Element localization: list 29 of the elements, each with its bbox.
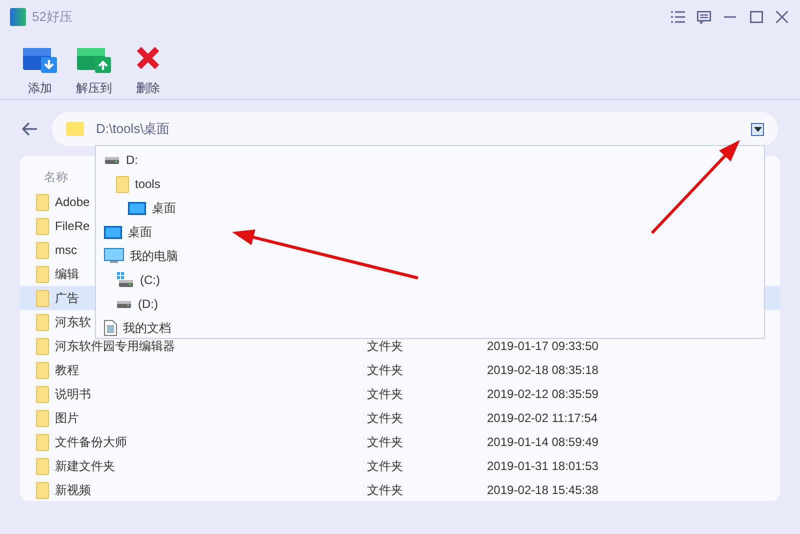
file-type: 文件夹: [367, 362, 404, 379]
file-name: 新建文件夹: [55, 458, 115, 475]
file-name: 文件备份大师: [55, 434, 127, 451]
file-type: 文件夹: [367, 386, 404, 403]
file-name: 编辑: [55, 266, 79, 283]
file-type: 文件夹: [367, 434, 404, 451]
modified-date: 2019-01-17 09:33:50: [487, 338, 598, 355]
modified-date: 2019-02-12 08:35:59: [487, 386, 598, 403]
file-name: msc: [55, 242, 77, 259]
modified-date: 2019-02-18 15:45:38: [487, 482, 598, 499]
file-name: 教程: [55, 362, 79, 379]
file-type: 文件夹: [367, 482, 404, 499]
path-text: D:\tools\桌面: [96, 120, 171, 138]
file-type: 文件夹: [367, 410, 404, 427]
file-name: 河东软件园专用编辑器: [55, 338, 175, 355]
file-name: 广告: [55, 290, 79, 307]
modified-date: 2019-02-18 08:35:18: [487, 362, 598, 379]
file-name: Adobe: [55, 194, 90, 211]
file-name: 图片: [55, 410, 79, 427]
window-title: 52好压: [32, 8, 72, 26]
modified-date: 2019-01-31 18:01:53: [487, 458, 598, 475]
file-name: FileRe: [55, 218, 90, 235]
file-type: 文件夹: [367, 458, 404, 475]
file-name: 新视频: [55, 482, 91, 499]
file-name: 河东软: [55, 314, 91, 331]
file-type: 文件夹: [367, 338, 404, 355]
modified-date: 2019-01-14 08:59:49: [487, 434, 598, 451]
file-name: 说明书: [55, 386, 91, 403]
modified-date: 2019-02-02 11:17:54: [487, 410, 598, 427]
